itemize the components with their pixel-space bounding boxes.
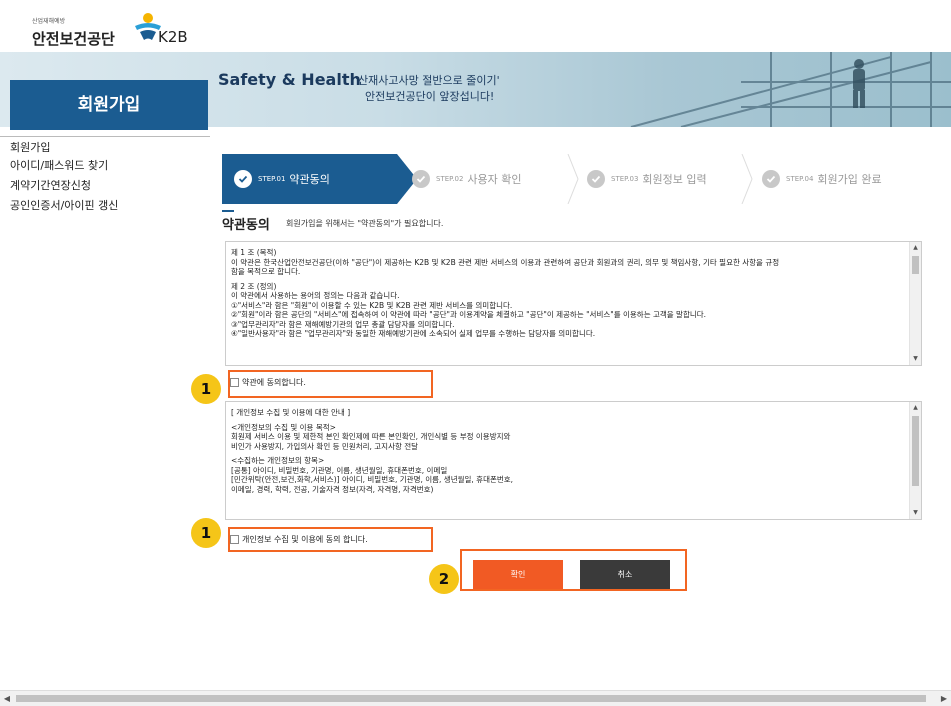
step-label: 회원가입 완료	[817, 173, 882, 186]
scroll-down-icon[interactable]: ▼	[910, 507, 921, 519]
scroll-up-icon[interactable]: ▲	[910, 242, 921, 254]
terms-line: ②"회원"이라 함은 공단의 "서비스"에 접속하여 이 약관에 따라 "공단"…	[231, 310, 707, 319]
section-title: 약관동의	[222, 218, 270, 233]
scroll-right-icon[interactable]: ▶	[937, 691, 951, 706]
step-code: STEP.04	[786, 175, 814, 183]
step-badge: 1	[191, 374, 221, 404]
signup-progress-steps: STEP.01 약관동의 STEP.02 사용자 확인 STEP.03 회원정보…	[222, 154, 920, 204]
step-label: 약관동의	[289, 173, 330, 186]
sidebar-item-certificate-renewal[interactable]: 공인인증서/아이핀 갱신	[0, 196, 210, 216]
step-badge: 2	[429, 564, 459, 594]
step-user-verification: STEP.02 사용자 확인	[412, 154, 522, 204]
horizontal-scrollbar[interactable]: ◀ ▶	[0, 690, 951, 706]
highlight-terms-agree	[228, 370, 433, 398]
banner-tagline-en: Safety & Health	[218, 70, 361, 89]
privacy-line: <수집하는 개인정보의 항목>	[231, 456, 325, 465]
sidebar-menu: 회원가입 아이디/패스워드 찾기 계약기간연장신청 공인인증서/아이핀 갱신	[0, 136, 210, 216]
scroll-left-icon[interactable]: ◀	[0, 691, 14, 706]
banner-tagline-ko-2: 안전보건공단이 앞장섭니다!	[365, 90, 495, 103]
chevron-right-icon	[567, 154, 579, 204]
terms-line: ①"서비스"라 함은 "회원"이 이용할 수 있는 K2B 및 K2B 관련 제…	[231, 300, 513, 310]
terms-textarea[interactable]: 제 1 조 (목적) 이 약관은 한국산업안전보건공단(이하 "공단")이 제공…	[225, 241, 922, 366]
scroll-thumb[interactable]	[16, 695, 926, 702]
logo-org-subtitle: 산업재해예방	[32, 18, 66, 25]
section-subtitle: 회원가입을 위해서는 "약관동의"가 필요합니다.	[286, 219, 444, 228]
step-code: STEP.03	[611, 175, 639, 183]
title-accent-bar	[222, 210, 234, 212]
scroll-thumb[interactable]	[912, 256, 919, 274]
terms-line: 함을 목적으로 합니다.	[231, 267, 301, 276]
highlight-buttons	[460, 549, 687, 591]
highlight-privacy-agree	[228, 527, 433, 552]
privacy-line: 이메일, 경력, 학력, 전공, 기술자격 정보(자격, 자격명, 자격번호)	[231, 484, 434, 494]
step-label: 회원정보 입력	[642, 173, 707, 186]
check-icon	[587, 170, 605, 188]
privacy-line: [민간위탁(안전,보건,화학,서비스)] 아이디, 비밀번호, 기관명, 이름,…	[231, 475, 514, 484]
step-member-info: STEP.03 회원정보 입력	[587, 154, 707, 204]
logo-k2b-text: K2B	[158, 28, 188, 46]
check-icon	[412, 170, 430, 188]
privacy-line: 회원제 서비스 이용 및 제한적 본인 확인제에 따른 본인확인, 개인식별 등…	[231, 432, 511, 441]
page-title: 회원가입	[10, 80, 208, 130]
privacy-textarea[interactable]: [ 개인정보 수집 및 이용에 대한 안내 ] <개인정보의 수집 및 이용 목…	[225, 401, 922, 520]
terms-scrollbar[interactable]: ▲ ▼	[909, 242, 921, 365]
sidebar-item-find-id-password[interactable]: 아이디/패스워드 찾기	[0, 156, 210, 176]
logo-org-name: 안전보건공단	[32, 30, 115, 48]
check-icon	[234, 170, 252, 188]
sidebar-item-signup[interactable]: 회원가입	[0, 136, 210, 156]
scroll-down-icon[interactable]: ▼	[910, 353, 921, 365]
scroll-up-icon[interactable]: ▲	[910, 402, 921, 414]
step-terms-agreement: STEP.01 약관동의	[222, 154, 397, 204]
privacy-line: [공통] 아이디, 비밀번호, 기관명, 이름, 생년월일, 휴대폰번호, 이메…	[231, 465, 448, 475]
privacy-scrollbar[interactable]: ▲ ▼	[909, 402, 921, 519]
terms-line: ③"업무관리자"라 함은 재해예방기관의 업무 총괄 담당자를 의미합니다.	[231, 319, 455, 329]
terms-line: ④"일반사용자"라 함은 "업무관리자"와 동일한 재해예방기관에 소속되어 실…	[231, 329, 596, 338]
scaffold-illustration	[630, 52, 951, 127]
privacy-line: [ 개인정보 수집 및 이용에 대한 안내 ]	[231, 408, 351, 417]
check-icon	[762, 170, 780, 188]
step-code: STEP.01	[258, 175, 286, 183]
terms-line: 이 약관에서 사용하는 용어의 정의는 다음과 같습니다.	[231, 291, 400, 300]
sidebar-item-contract-extension[interactable]: 계약기간연장신청	[0, 176, 210, 196]
scroll-thumb[interactable]	[912, 416, 919, 486]
terms-line: 제 1 조 (목적)	[231, 248, 277, 257]
terms-line: 이 약관은 한국산업안전보건공단(이하 "공단")이 제공하는 K2B 및 K2…	[231, 257, 780, 267]
step-signup-complete: STEP.04 회원가입 완료	[762, 154, 882, 204]
step-badge: 1	[191, 518, 221, 548]
terms-line: 제 2 조 (정의)	[231, 281, 277, 291]
site-header: 산업재해예방 안전보건공단 K2B	[0, 0, 951, 52]
step-code: STEP.02	[436, 175, 464, 183]
chevron-right-icon	[741, 154, 753, 204]
banner-tagline-ko-1: '산재사고사망 절반으로 줄이기'	[355, 74, 500, 87]
privacy-line: 비인가 사용방지, 가입의사 확인 등 민원처리, 고지사항 전달	[231, 441, 419, 451]
privacy-line: <개인정보의 수집 및 이용 목적>	[231, 422, 336, 432]
step-label: 사용자 확인	[467, 173, 522, 186]
